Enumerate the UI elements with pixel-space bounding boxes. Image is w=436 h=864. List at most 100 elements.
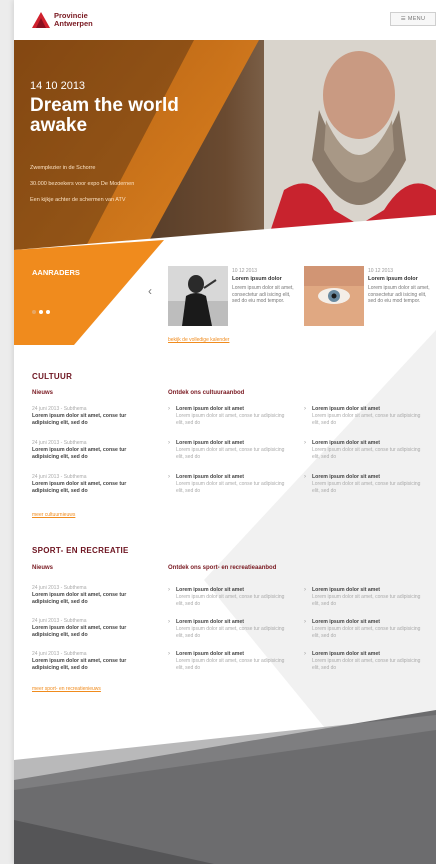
offer-title[interactable]: Lorem ipsum dolor sit amet xyxy=(176,619,286,625)
hero-banner: 14 10 2013 Dream the world awake Zwemple… xyxy=(14,40,436,250)
offer-title[interactable]: Lorem ipsum dolor sit amet xyxy=(312,440,422,446)
hero-date: 14 10 2013 xyxy=(30,80,86,92)
cultuur-title: CULTUUR xyxy=(32,372,73,381)
news-title[interactable]: Lorem ipsum dolor sit amet, conse tur ad… xyxy=(32,413,152,427)
carousel-dot[interactable] xyxy=(46,310,50,314)
offer-item[interactable]: › Lorem ipsum dolor sit amet Lorem ipsum… xyxy=(304,474,422,494)
page: Provincie Antwerpen ☰ MENU 14 10 2013 Dr… xyxy=(14,0,436,864)
carousel-dot[interactable] xyxy=(32,310,36,314)
sport-title: SPORT- EN RECREATIE xyxy=(32,546,129,555)
offer-item[interactable]: › Lorem ipsum dolor sit amet Lorem ipsum… xyxy=(168,587,286,607)
news-item[interactable]: 24 juni 2013 - Subthema Lorem ipsum dolo… xyxy=(32,474,152,495)
logo-icon[interactable] xyxy=(32,12,50,33)
card-text: 10 12 2013 Lorem ipsum dolor Lorem ipsum… xyxy=(368,268,430,305)
offer-desc: Lorem ipsum dolor sit amet, conse tur ad… xyxy=(312,594,421,607)
card-date: 10 12 2013 xyxy=(368,268,394,274)
offer-item[interactable]: › Lorem ipsum dolor sit amet Lorem ipsum… xyxy=(168,619,286,639)
card-text: 10 12 2013 Lorem ipsum dolor Lorem ipsum… xyxy=(232,268,294,305)
card-title[interactable]: Lorem ipsum dolor xyxy=(232,276,294,282)
news-date: 24 juni 2013 - Subthema xyxy=(32,585,87,591)
news-date: 24 juni 2013 - Subthema xyxy=(32,406,87,412)
news-title[interactable]: Lorem ipsum dolor sit amet, conse tur ad… xyxy=(32,592,152,606)
cultuur-offer-title: Ontdek ons cultuuraanbod xyxy=(168,390,245,396)
offer-item[interactable]: › Lorem ipsum dolor sit amet Lorem ipsum… xyxy=(168,651,286,671)
aanraders-title: AANRADERS xyxy=(32,268,80,277)
news-item[interactable]: 24 juni 2013 - Subthema Lorem ipsum dolo… xyxy=(32,651,152,672)
offer-desc: Lorem ipsum dolor sit amet, conse tur ad… xyxy=(312,626,421,639)
offer-item[interactable]: › Lorem ipsum dolor sit amet Lorem ipsum… xyxy=(168,440,286,460)
sport-offer-title: Ontdek ons sport- en recreatieaanbod xyxy=(168,565,277,571)
offer-item[interactable]: › Lorem ipsum dolor sit amet Lorem ipsum… xyxy=(168,474,286,494)
news-item[interactable]: 24 juni 2013 - Subthema Lorem ipsum dolo… xyxy=(32,406,152,427)
offer-desc: Lorem ipsum dolor sit amet, conse tur ad… xyxy=(312,413,421,426)
hero-links: Zwemplezier in de Schorre 30.000 bezoeke… xyxy=(30,165,134,213)
chevron-right-icon: › xyxy=(304,619,306,625)
offer-title[interactable]: Lorem ipsum dolor sit amet xyxy=(176,651,286,657)
offer-title[interactable]: Lorem ipsum dolor sit amet xyxy=(312,474,422,480)
card-thumbnail xyxy=(304,266,364,326)
offer-title[interactable]: Lorem ipsum dolor sit amet xyxy=(312,651,422,657)
card-desc: Lorem ipsum dolor sit amet, consectetur … xyxy=(368,285,430,304)
offer-title[interactable]: Lorem ipsum dolor sit amet xyxy=(176,406,286,412)
card-title[interactable]: Lorem ipsum dolor xyxy=(368,276,430,282)
chevron-left-icon[interactable]: ‹ xyxy=(148,284,152,298)
offer-item[interactable]: › Lorem ipsum dolor sit amet Lorem ipsum… xyxy=(304,651,422,671)
chevron-right-icon: › xyxy=(304,474,306,480)
news-title[interactable]: Lorem ipsum dolor sit amet, conse tur ad… xyxy=(32,481,152,495)
offer-title[interactable]: Lorem ipsum dolor sit amet xyxy=(312,587,422,593)
more-cultuur-link[interactable]: meer cultuurnieuws xyxy=(32,512,75,518)
offer-desc: Lorem ipsum dolor sit amet, conse tur ad… xyxy=(176,626,285,639)
news-title[interactable]: Lorem ipsum dolor sit amet, conse tur ad… xyxy=(32,658,152,672)
chevron-right-icon: › xyxy=(304,440,306,446)
menu-button[interactable]: ☰ MENU xyxy=(390,12,436,26)
news-title[interactable]: Lorem ipsum dolor sit amet, conse tur ad… xyxy=(32,625,152,639)
brand-name[interactable]: Provincie Antwerpen xyxy=(54,12,93,28)
chevron-right-icon: › xyxy=(168,651,170,657)
chevron-right-icon: › xyxy=(168,474,170,480)
chevron-right-icon: › xyxy=(304,651,306,657)
chevron-right-icon: › xyxy=(168,587,170,593)
offer-desc: Lorem ipsum dolor sit amet, conse tur ad… xyxy=(312,481,421,494)
carousel-dots xyxy=(32,301,53,319)
offer-title[interactable]: Lorem ipsum dolor sit amet xyxy=(312,619,422,625)
offer-desc: Lorem ipsum dolor sit amet, conse tur ad… xyxy=(176,447,285,460)
offer-title[interactable]: Lorem ipsum dolor sit amet xyxy=(176,474,286,480)
news-item[interactable]: 24 juni 2013 - Subthema Lorem ipsum dolo… xyxy=(32,440,152,461)
news-date: 24 juni 2013 - Subthema xyxy=(32,651,87,657)
offer-title[interactable]: Lorem ipsum dolor sit amet xyxy=(176,587,286,593)
offer-item[interactable]: › Lorem ipsum dolor sit amet Lorem ipsum… xyxy=(168,406,286,426)
hero-link[interactable]: 30.000 bezoekers voor expo De Modernen xyxy=(30,181,134,187)
carousel-dot[interactable] xyxy=(39,310,43,314)
hero-photo xyxy=(14,40,436,250)
news-item[interactable]: 24 juni 2013 - Subthema Lorem ipsum dolo… xyxy=(32,618,152,639)
offer-desc: Lorem ipsum dolor sit amet, conse tur ad… xyxy=(312,447,421,460)
more-sport-link[interactable]: meer sport- en recreatienieuws xyxy=(32,686,101,692)
news-item[interactable]: 24 juni 2013 - Subthema Lorem ipsum dolo… xyxy=(32,585,152,606)
news-title[interactable]: Lorem ipsum dolor sit amet, conse tur ad… xyxy=(32,447,152,461)
sport-news-label: Nieuws xyxy=(32,565,54,571)
news-date: 24 juni 2013 - Subthema xyxy=(32,474,87,480)
offer-item[interactable]: › Lorem ipsum dolor sit amet Lorem ipsum… xyxy=(304,587,422,607)
offer-desc: Lorem ipsum dolor sit amet, conse tur ad… xyxy=(312,658,421,671)
chevron-right-icon: › xyxy=(168,406,170,412)
offer-item[interactable]: › Lorem ipsum dolor sit amet Lorem ipsum… xyxy=(304,619,422,639)
offer-item[interactable]: › Lorem ipsum dolor sit amet Lorem ipsum… xyxy=(304,406,422,426)
card-desc: Lorem ipsum dolor sit amet, consectetur … xyxy=(232,285,294,304)
card-date: 10 12 2013 xyxy=(232,268,258,274)
site-header: Provincie Antwerpen ☰ MENU xyxy=(14,0,436,40)
offer-desc: Lorem ipsum dolor sit amet, conse tur ad… xyxy=(176,594,285,607)
offer-desc: Lorem ipsum dolor sit amet, conse tur ad… xyxy=(176,481,285,494)
offer-desc: Lorem ipsum dolor sit amet, conse tur ad… xyxy=(176,413,285,426)
offer-title[interactable]: Lorem ipsum dolor sit amet xyxy=(176,440,286,446)
news-date: 24 juni 2013 - Subthema xyxy=(32,440,87,446)
chevron-right-icon: › xyxy=(168,440,170,446)
calendar-link[interactable]: bekijk de volledige kalender xyxy=(168,337,229,343)
hero-title[interactable]: Dream the world awake xyxy=(30,96,190,136)
brand-line-2: Antwerpen xyxy=(54,19,93,28)
offer-title[interactable]: Lorem ipsum dolor sit amet xyxy=(312,406,422,412)
offer-item[interactable]: › Lorem ipsum dolor sit amet Lorem ipsum… xyxy=(304,440,422,460)
chevron-right-icon: › xyxy=(304,587,306,593)
hero-link[interactable]: Een kijkje achter de schermen van ATV xyxy=(30,197,134,203)
hero-link[interactable]: Zwemplezier in de Schorre xyxy=(30,165,134,171)
chevron-right-icon: › xyxy=(304,406,306,412)
